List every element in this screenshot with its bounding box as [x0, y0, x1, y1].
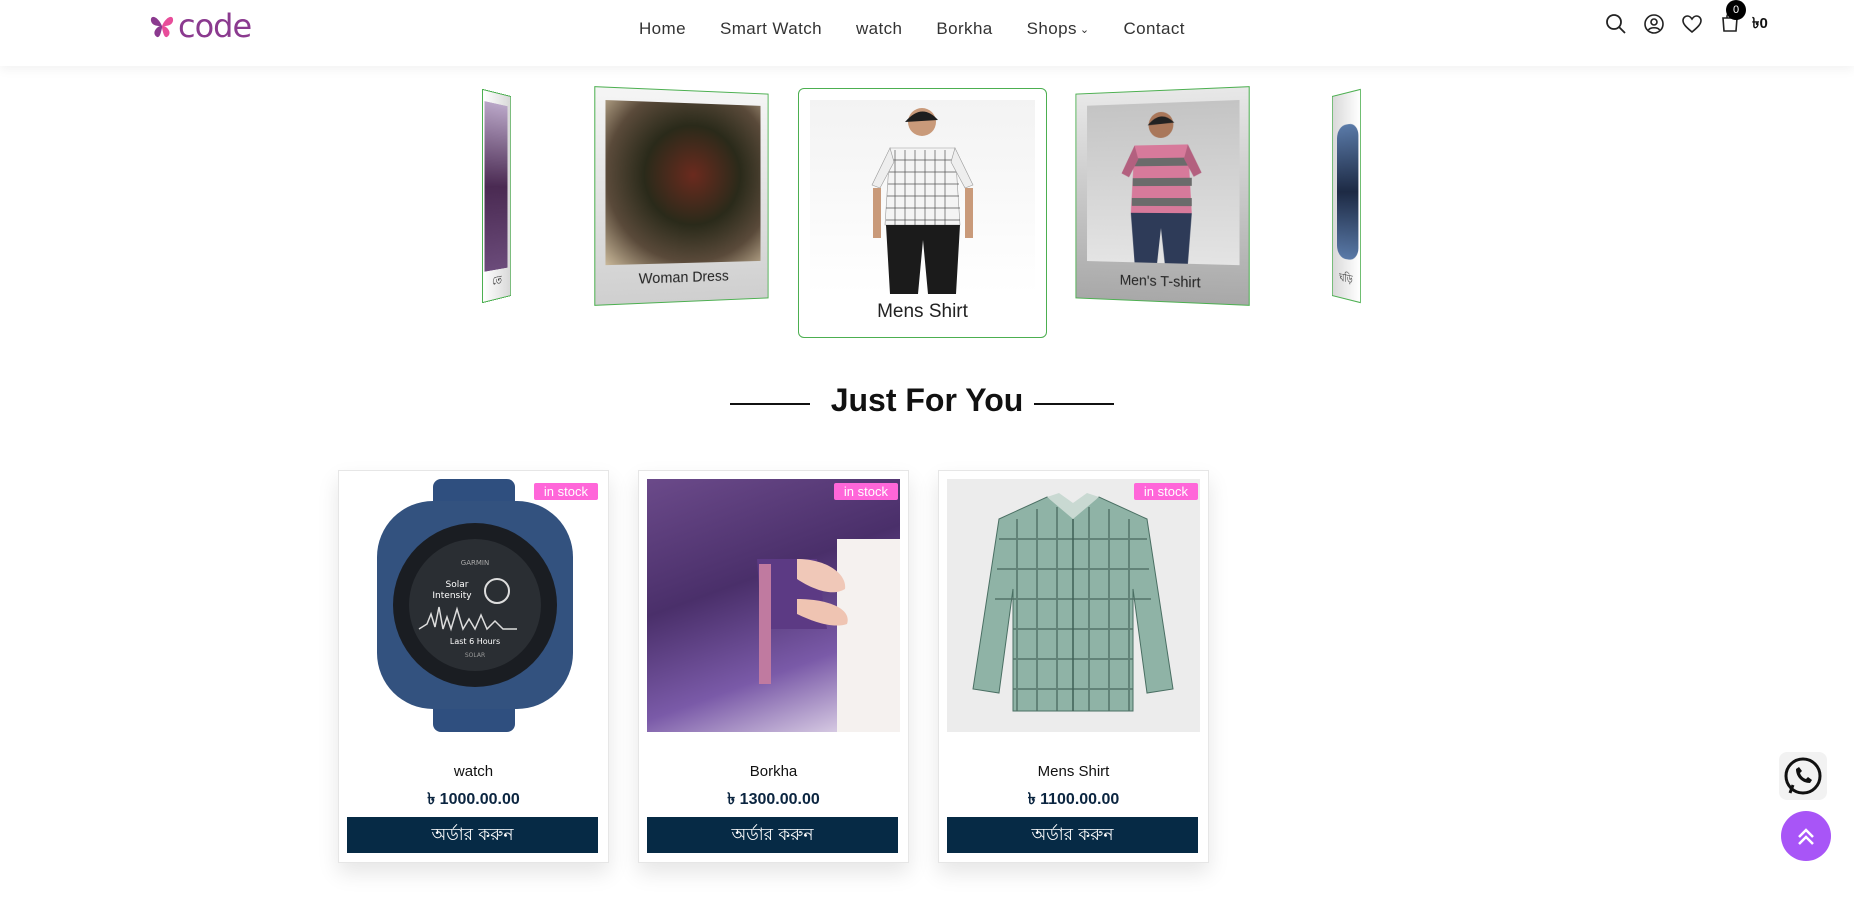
- header-icons: 0 ৳0: [1604, 0, 1768, 38]
- double-chevron-up-icon: [1798, 828, 1814, 845]
- svg-text:Last 6 Hours: Last 6 Hours: [450, 637, 500, 646]
- heart-icon[interactable]: [1680, 12, 1704, 36]
- svg-text:Intensity: Intensity: [432, 591, 472, 601]
- slide-caption: Mens Shirt: [877, 301, 968, 322]
- borkha-illustration: [757, 539, 900, 732]
- title-divider-right: [1034, 403, 1114, 405]
- slide-image: [1337, 122, 1359, 262]
- main-nav: Home Smart Watch watch Borkha Shops ⌄ Con…: [639, 19, 1185, 39]
- nav-watch[interactable]: watch: [856, 19, 902, 39]
- product-name[interactable]: Borkha: [639, 763, 908, 780]
- smartwatch-illustration: GARMIN Solar Intensity Last 6 Hours SOLA…: [377, 479, 573, 732]
- carousel-slide[interactable]: তে: [482, 88, 511, 304]
- brand-name: code: [178, 7, 252, 45]
- product-image: [947, 479, 1200, 732]
- slide-image: [484, 101, 508, 272]
- product-price: ৳ 1300.00.00: [727, 791, 820, 808]
- stock-badge: in stock: [533, 483, 598, 500]
- slide-caption: Woman Dress: [638, 267, 729, 288]
- section-title: Just For You: [830, 382, 1024, 418]
- order-button[interactable]: অর্ডার করুন: [647, 817, 898, 853]
- order-button[interactable]: অর্ডার করুন: [947, 817, 1198, 853]
- slide-image: [1087, 99, 1240, 266]
- site-header: code Home Smart Watch watch Borkha Shops…: [0, 0, 1854, 66]
- product-price: ৳ 1000.00.00: [427, 791, 520, 808]
- category-carousel: তে Woman Dress Mens Shirt Men's T-shirt …: [0, 66, 1854, 356]
- carousel-slide[interactable]: ঘড়ি: [1332, 88, 1361, 304]
- nav-home[interactable]: Home: [639, 19, 686, 39]
- nav-contact[interactable]: Contact: [1123, 19, 1184, 39]
- slide-caption: Men's T-shirt: [1119, 271, 1201, 292]
- product-card-mens-shirt[interactable]: in stock Mens Shirt ৳ 1100.00.00 অর্ডার …: [938, 470, 1209, 863]
- carousel-slide-mens-tshirt[interactable]: Men's T-shirt: [1075, 86, 1250, 306]
- cart-count-badge: 0: [1726, 0, 1746, 20]
- slide-image: [810, 100, 1035, 294]
- nav-shops[interactable]: Shops ⌄: [1027, 19, 1090, 39]
- product-card-borkha[interactable]: in stock Borkha ৳ 1300.00.00 অর্ডার করুন: [638, 470, 909, 863]
- brand-logo[interactable]: code: [148, 7, 252, 45]
- carousel-slide-woman-dress[interactable]: Woman Dress: [594, 86, 769, 306]
- user-circle-icon[interactable]: [1642, 12, 1666, 36]
- slide-image: [605, 100, 761, 266]
- nav-borkha[interactable]: Borkha: [936, 19, 992, 39]
- product-card-watch[interactable]: GARMIN Solar Intensity Last 6 Hours SOLA…: [338, 470, 609, 863]
- slide-caption: ঘড়ি: [1339, 271, 1353, 287]
- whatsapp-icon: [1784, 757, 1822, 795]
- product-name[interactable]: watch: [339, 763, 608, 780]
- product-price: ৳ 1100.00.00: [1027, 791, 1120, 808]
- stock-badge: in stock: [1133, 483, 1198, 500]
- product-image: GARMIN Solar Intensity Last 6 Hours SOLA…: [347, 479, 600, 732]
- nav-shops-label: Shops: [1026, 19, 1077, 38]
- whatsapp-button[interactable]: [1779, 752, 1827, 800]
- shirt-illustration: [972, 493, 1174, 712]
- svg-text:SOLAR: SOLAR: [465, 652, 485, 659]
- nav-smart-watch[interactable]: Smart Watch: [720, 19, 822, 39]
- butterfly-logo-icon: [150, 16, 174, 38]
- product-image: [647, 479, 900, 732]
- section-heading: Just For You: [0, 382, 1854, 419]
- cart-total: ৳0: [1752, 14, 1768, 32]
- slide-caption: তে: [492, 273, 502, 289]
- svg-text:GARMIN: GARMIN: [461, 559, 489, 567]
- stock-badge: in stock: [833, 483, 898, 500]
- model-illustration: [1121, 111, 1202, 264]
- product-name[interactable]: Mens Shirt: [939, 763, 1208, 780]
- cart-button[interactable]: 0: [1718, 0, 1746, 38]
- model-illustration: [871, 108, 974, 294]
- scroll-top-button[interactable]: [1781, 811, 1831, 861]
- search-icon[interactable]: [1604, 12, 1628, 36]
- svg-text:Solar: Solar: [446, 580, 469, 590]
- order-button[interactable]: অর্ডার করুন: [347, 817, 598, 853]
- chevron-down-icon: ⌄: [1079, 23, 1090, 36]
- carousel-slide-mens-shirt[interactable]: Mens Shirt: [798, 88, 1047, 338]
